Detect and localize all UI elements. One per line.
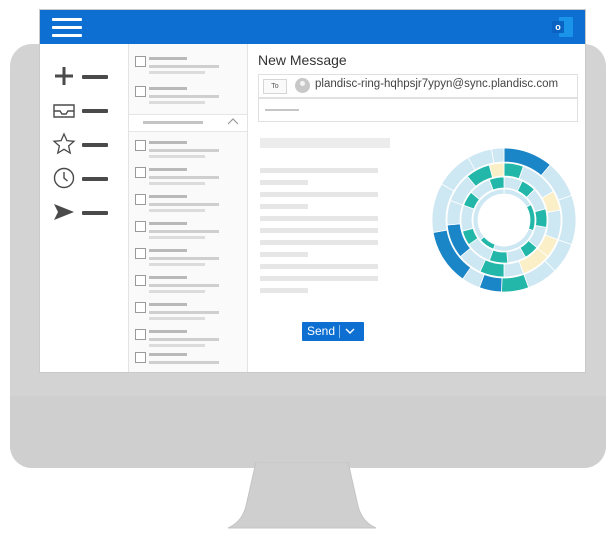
list-item[interactable] [129, 163, 247, 189]
row-checkbox[interactable] [135, 275, 146, 286]
monitor-chin [10, 396, 606, 468]
row-checkbox[interactable] [135, 248, 146, 259]
row-checkbox[interactable] [135, 221, 146, 232]
to-button[interactable]: To [263, 79, 287, 94]
chevron-down-icon[interactable] [345, 326, 355, 336]
circular-calendar-disc [431, 147, 577, 293]
disc-segment [491, 147, 505, 164]
nav-label-placeholder [82, 75, 108, 79]
to-field[interactable]: To plandisc-ring-hqhpsjr7ypyn@sync.pland… [258, 74, 578, 98]
nav-label-placeholder [82, 211, 108, 215]
hamburger-icon[interactable] [52, 17, 82, 39]
list-item[interactable] [129, 52, 247, 78]
list-item[interactable] [129, 298, 247, 324]
plus-icon [55, 67, 73, 85]
outlook-icon[interactable]: o [552, 17, 574, 37]
row-checkbox[interactable] [135, 329, 146, 340]
outlook-icon-letter: o [552, 21, 564, 33]
list-item[interactable] [129, 190, 247, 216]
nav-label-placeholder [82, 177, 108, 181]
send-button[interactable]: Send [302, 322, 364, 341]
row-checkbox[interactable] [135, 140, 146, 151]
send-arrow-icon [54, 204, 74, 220]
monitor-stand [227, 462, 377, 529]
row-checkbox[interactable] [135, 302, 146, 313]
send-label: Send [307, 324, 336, 338]
subject-placeholder [265, 109, 299, 111]
row-checkbox[interactable] [135, 194, 146, 205]
nav-label-placeholder [82, 109, 108, 113]
subject-field[interactable] [258, 98, 578, 122]
recipient-address[interactable]: plandisc-ring-hqhpsjr7ypyn@sync.plandisc… [315, 78, 558, 90]
compose-title: New Message [258, 52, 347, 68]
list-item[interactable] [129, 271, 247, 297]
row-checkbox[interactable] [135, 56, 146, 67]
list-item[interactable] [129, 244, 247, 270]
list-item[interactable] [129, 348, 247, 374]
inbox-icon [53, 104, 75, 118]
row-checkbox[interactable] [135, 167, 146, 178]
disc-segment [460, 204, 475, 232]
title-bar: o [40, 10, 585, 44]
nav-label-placeholder [82, 143, 108, 147]
list-group-header[interactable] [129, 114, 247, 132]
message-list [129, 44, 248, 372]
nav-favorites[interactable] [52, 132, 112, 158]
list-item[interactable] [129, 217, 247, 243]
screen: o New Message To plandisc-ring-hqhpsjr7y… [40, 10, 585, 372]
disc-segment [544, 209, 562, 241]
row-checkbox[interactable] [135, 352, 146, 363]
nav-sent[interactable] [52, 200, 112, 226]
avatar [295, 78, 310, 93]
compose-pane: New Message To plandisc-ring-hqhpsjr7ypy… [250, 44, 580, 372]
list-item[interactable] [129, 82, 247, 108]
list-item[interactable] [129, 136, 247, 162]
row-checkbox[interactable] [135, 86, 146, 97]
nav-inbox[interactable] [52, 98, 112, 124]
nav-recent[interactable] [52, 166, 112, 192]
star-icon [52, 132, 76, 155]
clock-icon [53, 167, 75, 189]
new-item-button[interactable] [52, 64, 112, 90]
left-nav [40, 44, 129, 372]
disc-segment [534, 208, 548, 228]
chevron-up-icon[interactable] [227, 116, 239, 129]
